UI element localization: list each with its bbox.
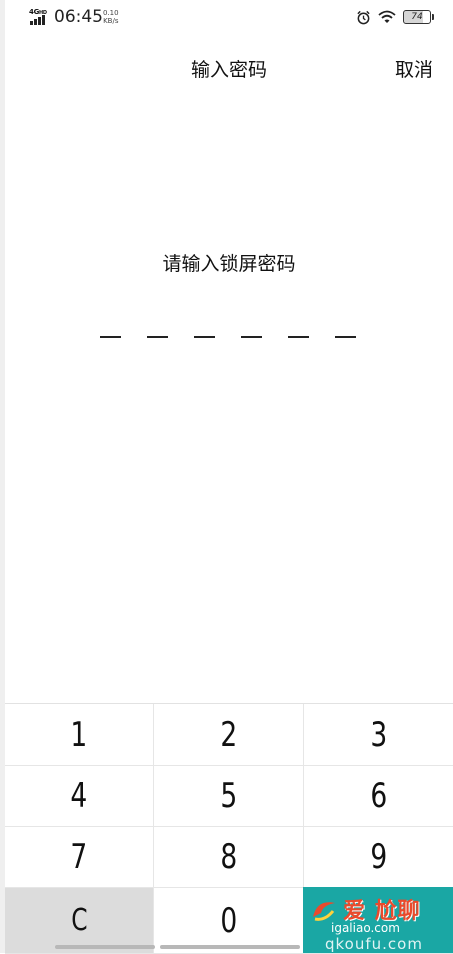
password-prompt: 请输入锁屏密码 <box>162 253 296 275</box>
status-bar: 4GHD 06:45 0.10 KB/s 74 <box>0 0 453 34</box>
key-2[interactable]: 2 <box>154 704 304 766</box>
key-6[interactable]: 6 <box>304 766 453 827</box>
nav-hint-left <box>55 945 155 949</box>
key-7[interactable]: 7 <box>5 827 154 888</box>
key-9[interactable]: 9 <box>304 827 453 888</box>
alarm-clock-icon <box>356 10 371 25</box>
signal-strength-icon: 4GHD <box>29 8 49 25</box>
key-8[interactable]: 8 <box>154 827 304 888</box>
wifi-icon <box>378 10 396 24</box>
battery-level: 74 <box>411 12 423 22</box>
key-1[interactable]: 1 <box>5 704 154 766</box>
pin-slot <box>335 336 356 338</box>
pin-slot <box>288 336 309 338</box>
watermark: 爱 尬聊 igaliao.com qkoufu.com <box>303 887 453 953</box>
status-time: 06:45 <box>54 7 103 27</box>
network-speed: 0.10 KB/s <box>103 9 119 25</box>
page-title: 输入密码 <box>190 59 267 81</box>
pin-input <box>100 336 356 338</box>
key-5[interactable]: 5 <box>154 766 304 827</box>
watermark-sub: qkoufu.com <box>325 935 423 953</box>
pin-slot <box>147 336 168 338</box>
pin-slot <box>194 336 215 338</box>
key-3[interactable]: 3 <box>304 704 453 766</box>
watermark-domain: igaliao.com <box>331 921 400 935</box>
key-4[interactable]: 4 <box>5 766 154 827</box>
nav-hint-right <box>160 945 300 949</box>
cancel-button[interactable]: 取消 <box>395 55 433 82</box>
battery-icon: 74 <box>403 10 434 24</box>
pin-slot <box>100 336 121 338</box>
pin-slot <box>241 336 262 338</box>
